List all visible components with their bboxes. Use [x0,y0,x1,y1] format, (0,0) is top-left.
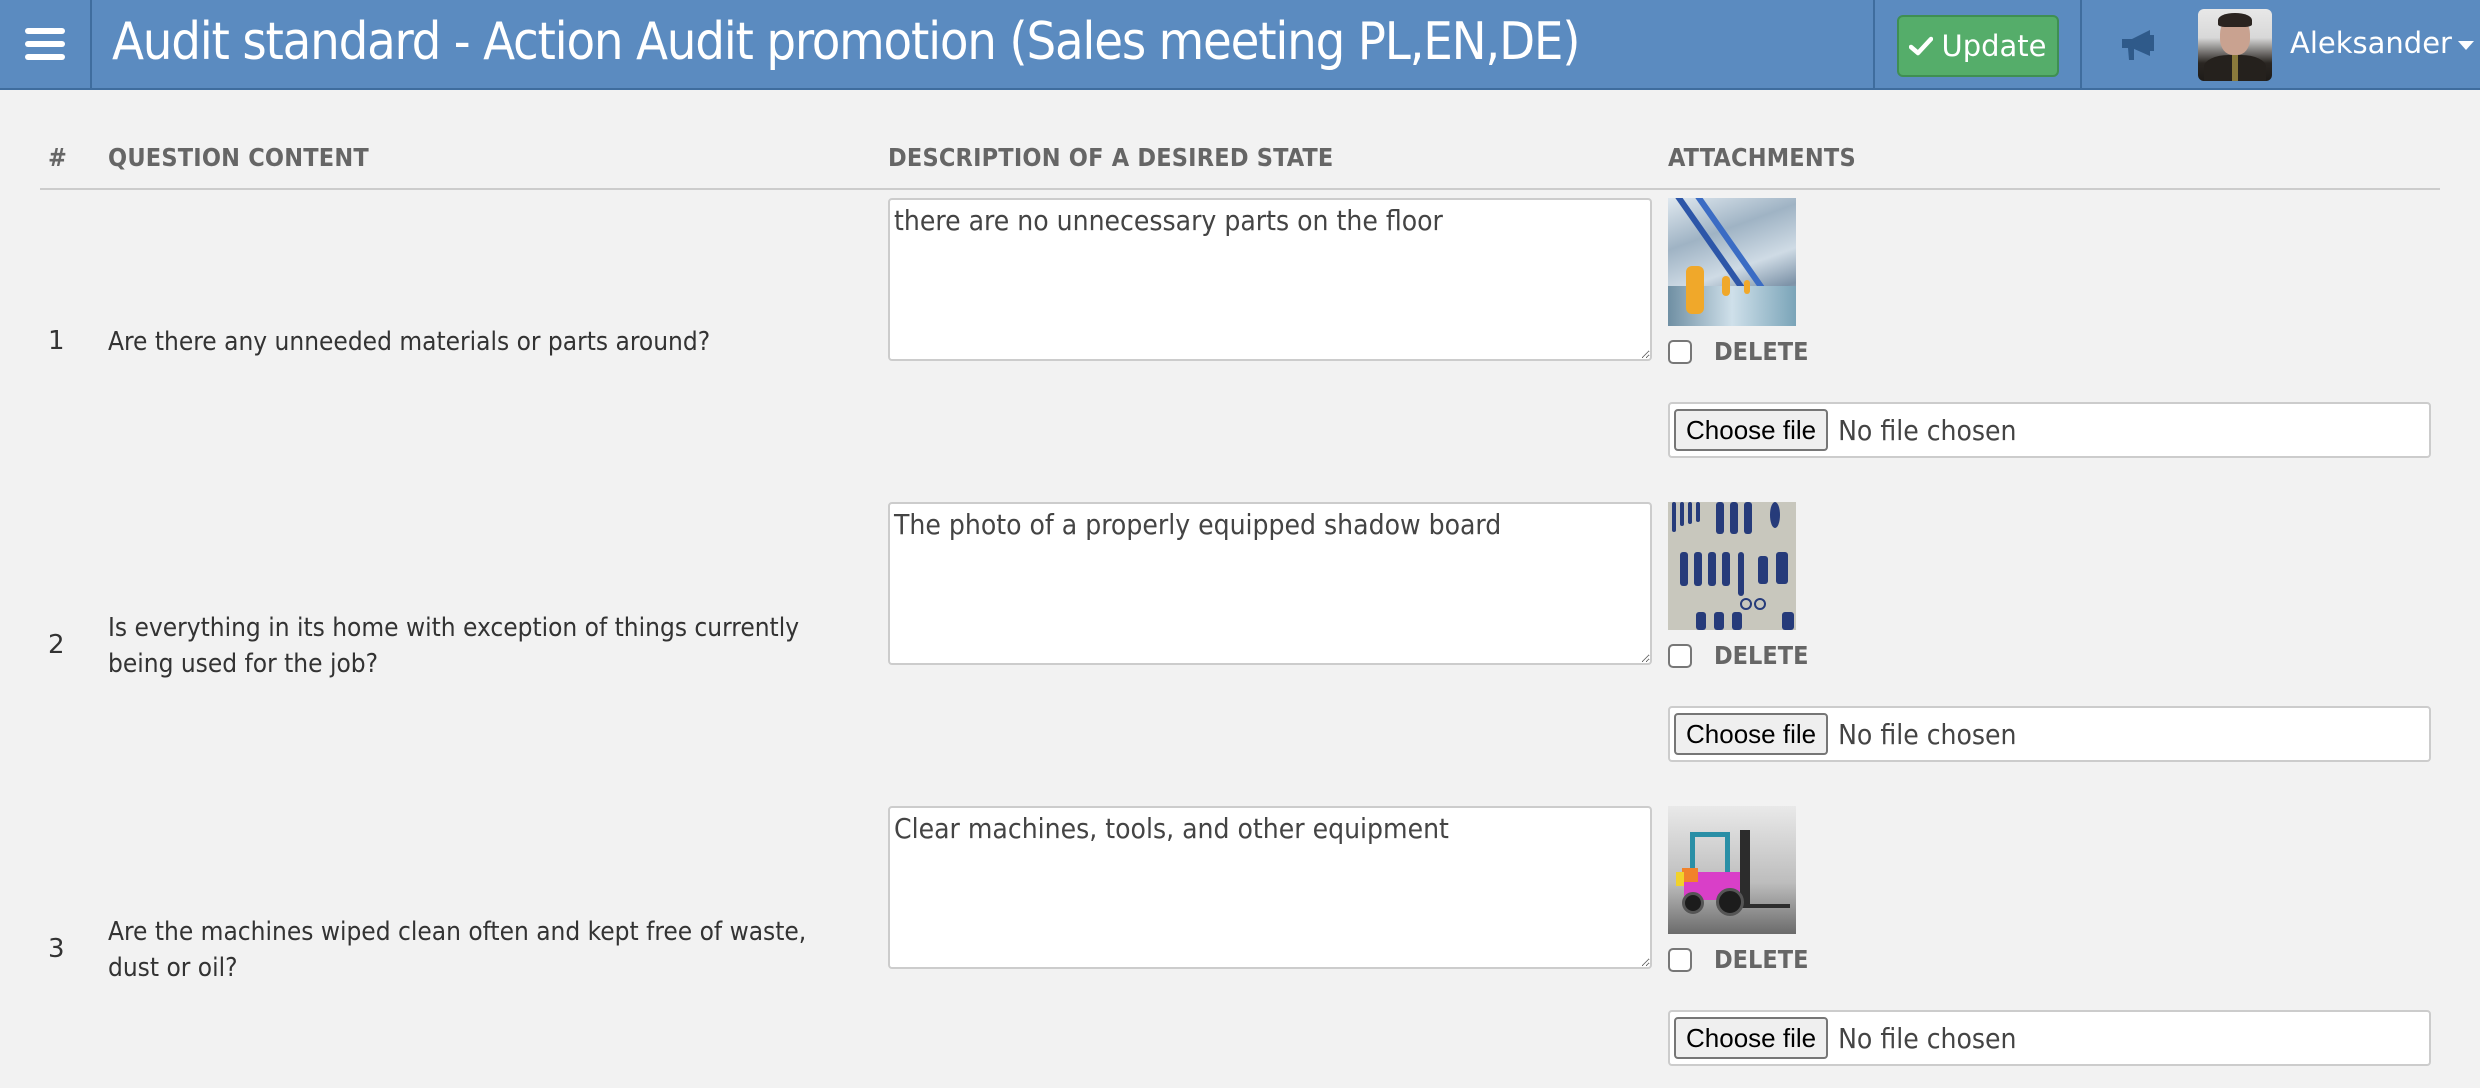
question-text: Is everything in its home with exception… [108,613,800,679]
update-button[interactable]: Update [1897,15,2059,77]
file-input[interactable]: Choose file No file chosen [1668,402,2431,458]
no-file-text: No file chosen [1838,413,2017,447]
delete-label: DELETE [1714,641,1809,670]
column-header-attachments: ATTACHMENTS [1668,143,1856,172]
column-header-number: # [48,143,68,172]
choose-file-button[interactable]: Choose file [1674,1017,1829,1059]
delete-label: DELETE [1714,337,1809,366]
header-divider [40,188,2440,190]
row-number: 2 [48,630,65,660]
question-text: Are there any unneeded materials or part… [108,327,711,357]
delete-checkbox[interactable] [1668,340,1692,364]
user-name: Aleksander [2290,26,2452,60]
page-title: Audit standard - Action Audit promotion … [112,12,1581,72]
question-text: Are the machines wiped clean often and k… [108,917,807,983]
description-textarea[interactable] [888,198,1652,361]
delete-checkbox[interactable] [1668,948,1692,972]
choose-file-button[interactable]: Choose file [1674,713,1829,755]
divider [1873,0,1875,88]
file-input[interactable]: Choose file No file chosen [1668,706,2431,762]
user-menu[interactable]: Aleksander [2290,26,2474,60]
row-number: 1 [48,326,65,356]
update-button-label: Update [1941,29,2047,63]
column-header-description: DESCRIPTION OF A DESIRED STATE [888,143,1334,172]
description-textarea[interactable] [888,502,1652,665]
top-bar: Audit standard - Action Audit promotion … [0,0,2480,90]
divider [2080,0,2082,88]
check-icon [1909,36,1934,56]
megaphone-icon[interactable] [2120,28,2160,62]
file-input[interactable]: Choose file No file chosen [1668,1010,2431,1066]
delete-label: DELETE [1714,945,1809,974]
row-number: 3 [48,934,65,964]
hamburger-menu-icon[interactable] [0,0,92,88]
column-header-question: QUESTION CONTENT [108,143,369,172]
attachment-thumbnail[interactable] [1668,198,1796,326]
chevron-down-icon [2457,40,2474,50]
no-file-text: No file chosen [1838,717,2017,751]
attachment-thumbnail[interactable] [1668,502,1796,630]
delete-checkbox[interactable] [1668,644,1692,668]
attachment-thumbnail[interactable] [1668,806,1796,934]
no-file-text: No file chosen [1838,1021,2017,1055]
avatar[interactable] [2198,9,2272,81]
choose-file-button[interactable]: Choose file [1674,409,1829,451]
description-textarea[interactable] [888,806,1652,969]
